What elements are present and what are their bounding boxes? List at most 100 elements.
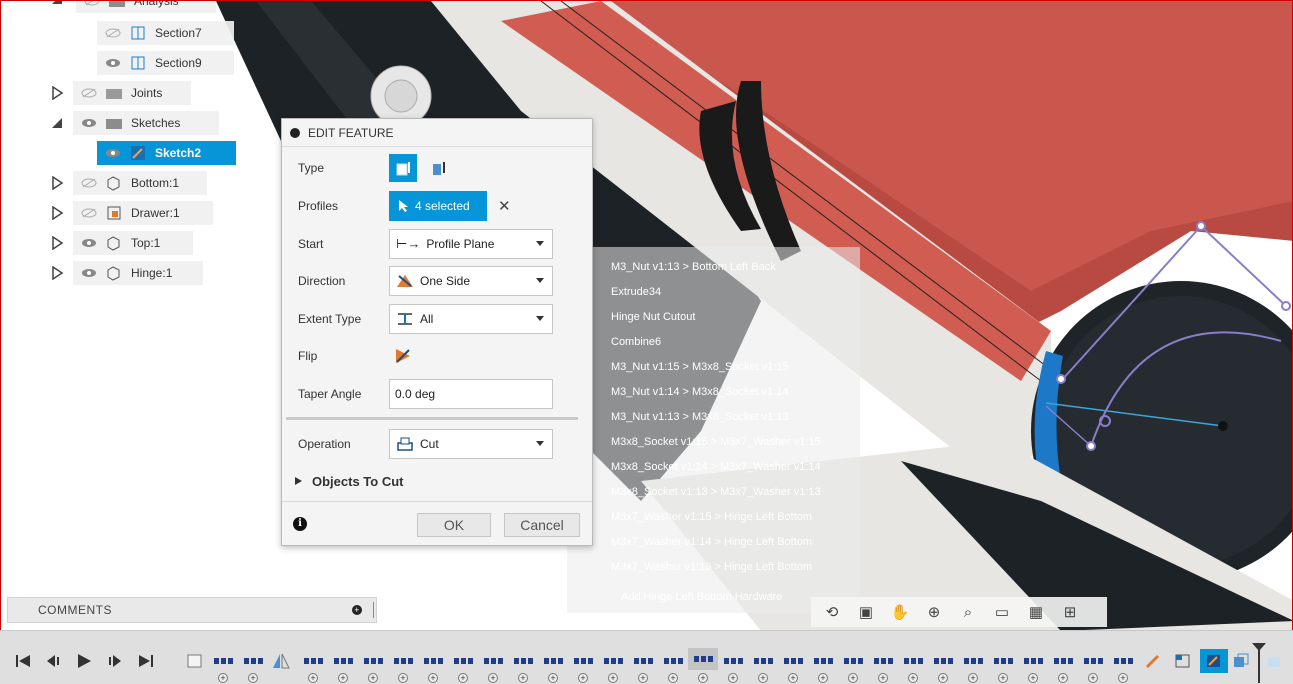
extent-dropdown[interactable]: All	[389, 304, 553, 334]
popup-item[interactable]: M3x7_Washer v1:15 > Hinge Left Bottom	[611, 511, 812, 523]
tree-item-bottom[interactable]: Bottom:1	[73, 171, 207, 195]
thin-extrude-icon[interactable]	[425, 154, 453, 182]
timeline-feature[interactable]	[632, 656, 654, 666]
expand-triangle-icon[interactable]	[49, 205, 65, 221]
add-icon[interactable]: +	[998, 673, 1008, 683]
timeline-feature[interactable]	[422, 656, 444, 666]
joint-feature-icon[interactable]	[1144, 653, 1162, 669]
timeline-feature[interactable]	[752, 656, 774, 666]
profiles-selection-button[interactable]: 4 selected	[389, 191, 487, 221]
ok-button[interactable]: OK	[417, 513, 491, 537]
eye-slash-icon[interactable]	[81, 208, 97, 218]
add-icon[interactable]: +	[848, 673, 858, 683]
eye-icon[interactable]	[105, 58, 121, 68]
tree-item-hinge[interactable]: Hinge:1	[73, 261, 203, 285]
add-icon[interactable]: +	[668, 673, 678, 683]
add-icon[interactable]: +	[788, 673, 798, 683]
skip-to-end-icon[interactable]	[137, 653, 155, 669]
popup-item[interactable]: M3x8_Socket v1:15 > M3x7_Washer v1:15	[611, 436, 821, 448]
timeline-feature[interactable]	[992, 656, 1014, 666]
tree-analysis[interactable]: Analysis	[76, 1, 216, 13]
add-icon[interactable]: +	[638, 673, 648, 683]
operation-dropdown[interactable]: Cut	[389, 429, 553, 459]
timeline-feature[interactable]	[1082, 656, 1104, 666]
add-icon[interactable]: +	[1118, 673, 1128, 683]
add-icon[interactable]: +	[368, 673, 378, 683]
timeline-feature-hovered[interactable]	[688, 648, 718, 670]
eye-icon[interactable]	[81, 238, 97, 248]
popup-item[interactable]: M3_Nut v1:13 > M3x8_Socket v1:13	[611, 411, 789, 423]
add-icon[interactable]: +	[1058, 673, 1068, 683]
timeline-feature[interactable]	[452, 656, 474, 666]
objects-to-cut-row[interactable]: Objects To Cut	[282, 464, 592, 498]
play-icon[interactable]	[75, 653, 93, 669]
timeline-feature[interactable]	[542, 656, 564, 666]
grid-settings-icon[interactable]: ▦	[1021, 601, 1051, 623]
timeline-feature[interactable]	[302, 656, 324, 666]
tree-item-sketch2[interactable]: Sketch2	[97, 141, 236, 165]
tree-item-top[interactable]: Top:1	[73, 231, 193, 255]
timeline-feature[interactable]	[932, 656, 954, 666]
expand-triangle-icon[interactable]	[49, 85, 65, 101]
popup-item[interactable]: M3x8_Socket v1:14 > M3x7_Washer v1:14	[611, 461, 821, 473]
timeline-feature[interactable]	[662, 656, 684, 666]
viewports-icon[interactable]: ⊞	[1055, 601, 1085, 623]
add-icon[interactable]: +	[308, 673, 318, 683]
popup-item[interactable]: M3x7_Washer v1:13 > Hinge Left Bottom	[611, 561, 812, 573]
timeline-feature[interactable]	[512, 656, 534, 666]
collapse-triangle-icon[interactable]	[49, 1, 65, 7]
taper-angle-input[interactable]: 0.0 deg	[389, 379, 553, 409]
add-icon[interactable]: +	[698, 673, 708, 683]
timeline-feature[interactable]	[722, 656, 744, 666]
canvas-viewport[interactable]: Analysis Section7 Section9 Joints Sketch…	[0, 0, 1293, 630]
look-at-icon[interactable]: ▣	[851, 601, 881, 623]
add-icon[interactable]: +	[758, 673, 768, 683]
eye-slash-icon[interactable]	[105, 28, 121, 38]
add-icon[interactable]: +	[938, 673, 948, 683]
timeline-feature[interactable]	[872, 656, 894, 666]
add-icon[interactable]: +	[248, 673, 258, 683]
tree-item-sketches[interactable]: Sketches	[73, 111, 219, 135]
add-icon[interactable]: +	[578, 673, 588, 683]
timeline-feature[interactable]	[1112, 656, 1134, 666]
extrude-type-icon[interactable]	[389, 154, 417, 182]
skip-to-start-icon[interactable]	[14, 653, 32, 669]
sketch-feature-icon[interactable]	[186, 653, 204, 669]
eye-icon[interactable]	[81, 268, 97, 278]
tree-item-section9[interactable]: Section9	[97, 51, 234, 75]
add-comment-icon[interactable]: +	[352, 605, 362, 615]
fit-icon[interactable]: ⌕	[953, 601, 983, 623]
timeline-feature[interactable]	[1022, 656, 1044, 666]
add-icon[interactable]: +	[458, 673, 468, 683]
active-sketch-feature-icon[interactable]	[1200, 649, 1228, 673]
timeline-feature[interactable]	[902, 656, 924, 666]
popup-item[interactable]: M3x8_Socket v1:13 > M3x7_Washer v1:13	[611, 486, 821, 498]
collapse-dialog-icon[interactable]	[290, 127, 300, 138]
eye-icon[interactable]	[81, 118, 97, 128]
direction-dropdown[interactable]: One Side	[389, 266, 553, 296]
mirror-feature-icon[interactable]	[272, 653, 290, 669]
expand-triangle-icon[interactable]	[49, 265, 65, 281]
section-feature-icon[interactable]	[1174, 653, 1192, 669]
timeline-feature[interactable]	[602, 656, 624, 666]
add-icon[interactable]: +	[608, 673, 618, 683]
timeline-feature[interactable]	[242, 656, 264, 666]
display-settings-icon[interactable]: ▭	[987, 601, 1017, 623]
timeline-feature[interactable]	[332, 656, 354, 666]
eye-icon[interactable]	[105, 148, 121, 158]
clear-selection-icon[interactable]: ✕	[498, 197, 511, 215]
timeline-feature[interactable]	[392, 656, 414, 666]
timeline-marker-icon[interactable]	[1252, 643, 1266, 683]
add-icon[interactable]: +	[878, 673, 888, 683]
timeline-feature[interactable]	[572, 656, 594, 666]
add-icon[interactable]: +	[398, 673, 408, 683]
popup-item[interactable]: Extrude34	[611, 286, 661, 298]
popup-item[interactable]: M3_Nut v1:13 > Bottom Left Back	[611, 261, 776, 273]
zoom-icon[interactable]: ⊕	[919, 601, 949, 623]
collapse-triangle-icon[interactable]	[49, 115, 65, 131]
info-icon[interactable]: i	[293, 517, 307, 531]
suppressed-feature-icon[interactable]	[1266, 653, 1284, 669]
add-icon[interactable]: +	[908, 673, 918, 683]
popup-item[interactable]: M3_Nut v1:14 > M3x8_Socket v1:14	[611, 386, 789, 398]
add-icon[interactable]: +	[1028, 673, 1038, 683]
